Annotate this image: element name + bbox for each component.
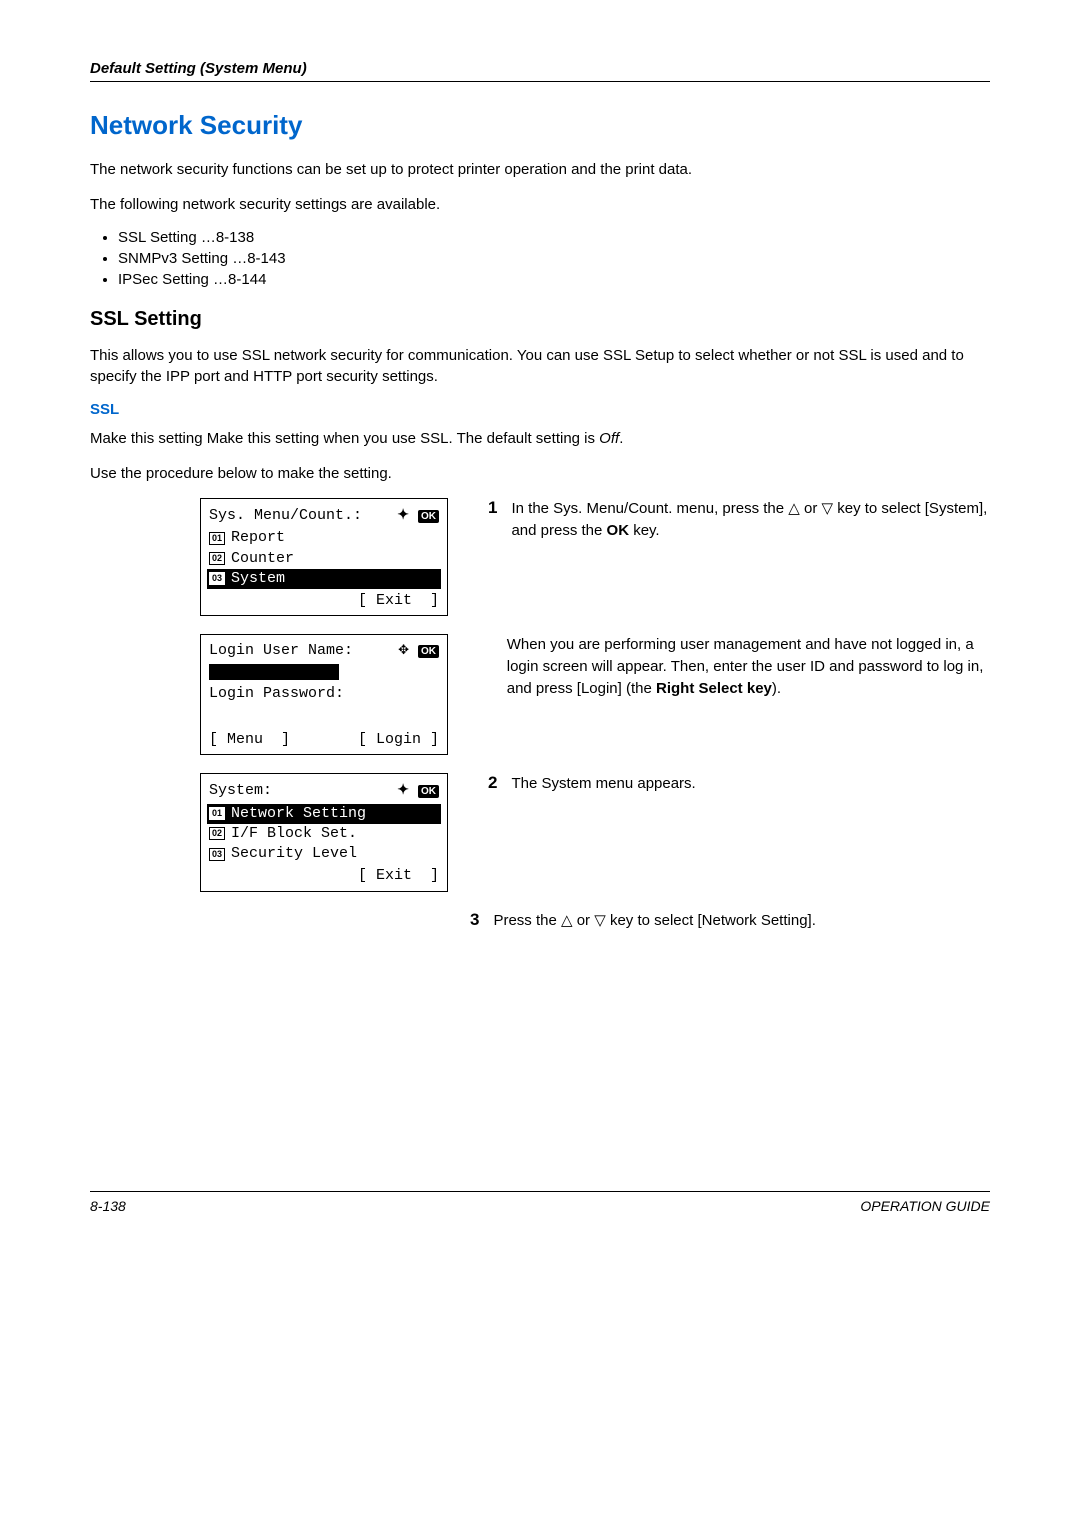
step-body: The System menu appears. (511, 773, 695, 795)
item-num-icon: 01 (209, 532, 225, 545)
ssl-setting-heading: SSL Setting (90, 308, 990, 331)
step-number: 3 (470, 910, 479, 932)
intro-para-2: The following network security settings … (90, 194, 990, 215)
step-body: In the Sys. Menu/Count. menu, press the … (511, 498, 990, 542)
lcd-title: System: (209, 781, 272, 801)
page-number: 8-138 (90, 1198, 126, 1214)
step-number: 2 (488, 773, 497, 795)
item-num-icon: 02 (209, 827, 225, 840)
ssl-procedure-intro: Use the procedure below to make the sett… (90, 463, 990, 484)
lcd-panel-sys-menu: Sys. Menu/Count.: ✦ OK 01Report 02Counte… (200, 498, 448, 616)
ok-icon: OK (418, 510, 439, 523)
input-cursor-field (209, 664, 339, 680)
step-body: Press the △ or ▽ key to select [Network … (493, 910, 815, 932)
dpad-icon: ✥ (398, 642, 409, 657)
lcd-title: Login User Name: (209, 641, 353, 661)
item-num-icon: 01 (209, 807, 225, 820)
list-item: IPSec Setting …8-144 (118, 271, 990, 288)
footer-title: OPERATION GUIDE (860, 1198, 990, 1214)
item-num-icon: 02 (209, 552, 225, 565)
ssl-intro: This allows you to use SSL network secur… (90, 345, 990, 387)
ssl-description: Make this setting Make this setting when… (90, 428, 990, 449)
ssl-subheading: SSL (90, 401, 990, 418)
item-num-icon: 03 (209, 848, 225, 861)
lcd-panel-system: System: ✦ OK 01Network Setting 02I/F Blo… (200, 773, 448, 891)
step-body: When you are performing user management … (507, 634, 990, 699)
up-key-icon: △ (561, 912, 573, 929)
settings-list: SSL Setting …8-138 SNMPv3 Setting …8-143… (90, 229, 990, 288)
down-key-icon: ▽ (822, 500, 834, 517)
step-number: 1 (488, 498, 497, 542)
list-item: SNMPv3 Setting …8-143 (118, 250, 990, 267)
lcd-panel-login: Login User Name: ✥ OK Login Password: [ … (200, 634, 448, 755)
arrow-icon: ✦ (397, 506, 409, 522)
down-key-icon: ▽ (594, 912, 606, 929)
list-item: SSL Setting …8-138 (118, 229, 990, 246)
breadcrumb: Default Setting (System Menu) (90, 60, 307, 77)
up-key-icon: △ (788, 500, 800, 517)
section-title: Network Security (90, 110, 990, 141)
arrow-icon: ✦ (397, 781, 409, 797)
ok-icon: OK (418, 785, 439, 798)
item-num-icon: 03 (209, 572, 225, 585)
lcd-title: Sys. Menu/Count.: (209, 506, 362, 526)
intro-para-1: The network security functions can be se… (90, 159, 990, 180)
ok-icon: OK (418, 645, 439, 658)
step-number-blank (488, 634, 493, 699)
